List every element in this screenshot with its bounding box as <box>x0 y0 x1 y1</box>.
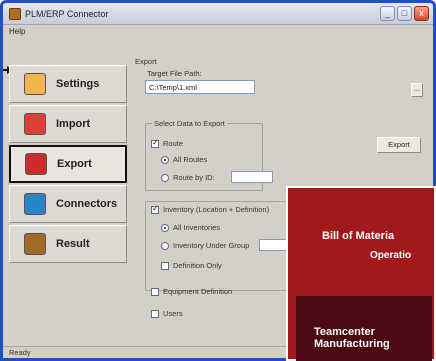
inventory-group-input[interactable] <box>259 239 289 251</box>
all-inventories-radio[interactable]: All Inventories <box>161 223 220 232</box>
route-id-input[interactable] <box>231 171 273 183</box>
definition-only-checkbox[interactable]: Definition Only <box>161 261 222 270</box>
overlay-title: Bill of Materia <box>322 230 395 242</box>
export-group-title: Export <box>135 57 157 66</box>
inventory-group-radio[interactable]: Inventory Under Group <box>161 241 249 250</box>
route-checkbox[interactable]: Route <box>151 138 184 148</box>
definition-only-box[interactable] <box>161 261 169 270</box>
all-inventories-label: All Inventories <box>173 223 221 232</box>
status-text: Ready <box>9 348 31 357</box>
nav-connectors-label: Connectors <box>56 198 118 210</box>
box-in-arrow-icon <box>24 113 46 135</box>
target-file-input[interactable]: C:\Temp\1.xml <box>145 80 255 94</box>
users-checkbox[interactable]: Users <box>151 309 183 318</box>
window-title: PLM/ERP Connector <box>25 8 109 19</box>
sidebar-nav: Settings Import Export Connectors Result <box>9 65 127 265</box>
route-checkbox-label: Route <box>163 139 184 148</box>
window-controls: _ □ x <box>380 6 429 21</box>
overlay-dark-panel: Teamcenter Manufacturing <box>296 296 432 361</box>
puzzle-connectors-icon <box>24 193 46 215</box>
users-box[interactable] <box>151 309 159 318</box>
equipment-definition-label: Equipment Definition <box>163 287 233 296</box>
nav-settings-button[interactable]: Settings <box>9 65 127 103</box>
nav-result-label: Result <box>56 238 90 250</box>
screenshot-stage: PLM/ERP Connector _ □ x Help Settings Im… <box>0 0 436 361</box>
equipment-definition-checkbox[interactable]: Equipment Definition <box>151 287 232 296</box>
maximize-button[interactable]: □ <box>397 6 412 21</box>
overlay-subtitle: Operatio <box>370 250 412 261</box>
wrench-screwdriver-icon <box>24 73 46 95</box>
inventory-group-radio-dot[interactable] <box>161 241 169 250</box>
nav-export-label: Export <box>57 158 92 170</box>
all-inventories-radio-dot[interactable] <box>161 223 169 232</box>
export-button[interactable]: Export <box>377 137 421 153</box>
overlay-label: Teamcenter Manufacturing <box>314 326 390 350</box>
minimize-button[interactable]: _ <box>380 6 395 21</box>
box-out-arrow-icon <box>25 153 47 175</box>
route-by-id-radio[interactable]: Route by ID: <box>161 173 215 182</box>
inventory-checkbox-label: Inventory (Location + Definition) <box>163 205 270 214</box>
browse-button[interactable]: ... <box>411 83 423 97</box>
select-data-title: Select Data to Export <box>152 119 227 128</box>
overlay-card: Bill of Materia Operatio Teamcenter Manu… <box>286 186 436 361</box>
menu-help[interactable]: Help <box>9 27 25 36</box>
target-file-label: Target File Path: <box>147 69 202 78</box>
title-bar[interactable]: PLM/ERP Connector _ □ x <box>3 3 433 25</box>
inventory-group-label: Inventory Under Group <box>173 241 250 250</box>
book-icon <box>24 233 46 255</box>
close-button[interactable]: x <box>414 6 429 21</box>
nav-result-button[interactable]: Result <box>9 225 127 263</box>
nav-connectors-button[interactable]: Connectors <box>9 185 127 223</box>
route-by-id-label: Route by ID: <box>173 173 215 182</box>
overlay-label-line2: Manufacturing <box>314 338 390 350</box>
nav-settings-label: Settings <box>56 78 100 90</box>
all-routes-label: All Routes <box>173 155 208 164</box>
equipment-definition-box[interactable] <box>151 287 159 296</box>
inventory-checkbox-box[interactable] <box>151 204 159 214</box>
inventory-checkbox[interactable]: Inventory (Location + Definition) <box>151 204 270 214</box>
all-routes-radio-dot[interactable] <box>161 155 169 164</box>
nav-import-label: Import <box>56 118 91 130</box>
nav-import-button[interactable]: Import <box>9 105 127 143</box>
route-by-id-radio-dot[interactable] <box>161 173 169 182</box>
all-routes-radio[interactable]: All Routes <box>161 155 207 164</box>
nav-export-button[interactable]: Export <box>9 145 127 183</box>
route-checkbox-box[interactable] <box>151 138 159 148</box>
overlay-label-line1: Teamcenter <box>314 326 375 338</box>
definition-only-label: Definition Only <box>173 261 222 270</box>
app-icon <box>9 7 21 20</box>
menu-bar: Help <box>3 25 433 39</box>
users-label: Users <box>163 309 183 318</box>
